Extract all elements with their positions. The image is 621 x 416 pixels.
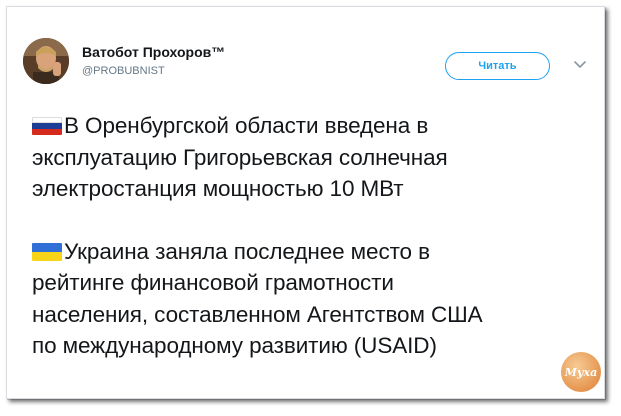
watermark-logo: Муха: [561, 352, 601, 392]
tweet-line: по международному развитию (USAID): [32, 333, 437, 358]
tweet-text: В Оренбургской области введена в эксплуа…: [32, 110, 572, 362]
ukraine-flag-icon: [32, 242, 62, 261]
watermark-text: Муха: [564, 365, 598, 379]
tweet-line: В Оренбургской области введена в: [64, 113, 429, 138]
russia-flag-icon: [32, 117, 62, 135]
avatar[interactable]: [23, 38, 69, 84]
tweet-line: электростанция мощностью 10 МВт: [32, 176, 404, 201]
author-name[interactable]: Ватобот Прохоров™: [82, 44, 225, 60]
author-handle[interactable]: @PROBUBNIST: [82, 65, 165, 77]
tweet-line: рейтинге финансовой грамотности: [32, 270, 394, 295]
tweet-line: эксплуатацию Григорьевская солнечная: [32, 144, 448, 170]
follow-button[interactable]: Читать: [445, 52, 550, 80]
page: Ватобот Прохоров™ @PROBUBNIST Читать В О…: [0, 0, 621, 416]
tweet-line: Украина заняла последнее место в: [64, 238, 430, 264]
tweet-paragraph: Украина заняла последнее место в рейтинг…: [32, 236, 572, 362]
tweet-paragraph: В Оренбургской области введена в эксплуа…: [32, 110, 572, 205]
chevron-down-icon[interactable]: [573, 60, 587, 70]
tweet-line: населения, составленном Агентством США: [32, 301, 483, 327]
